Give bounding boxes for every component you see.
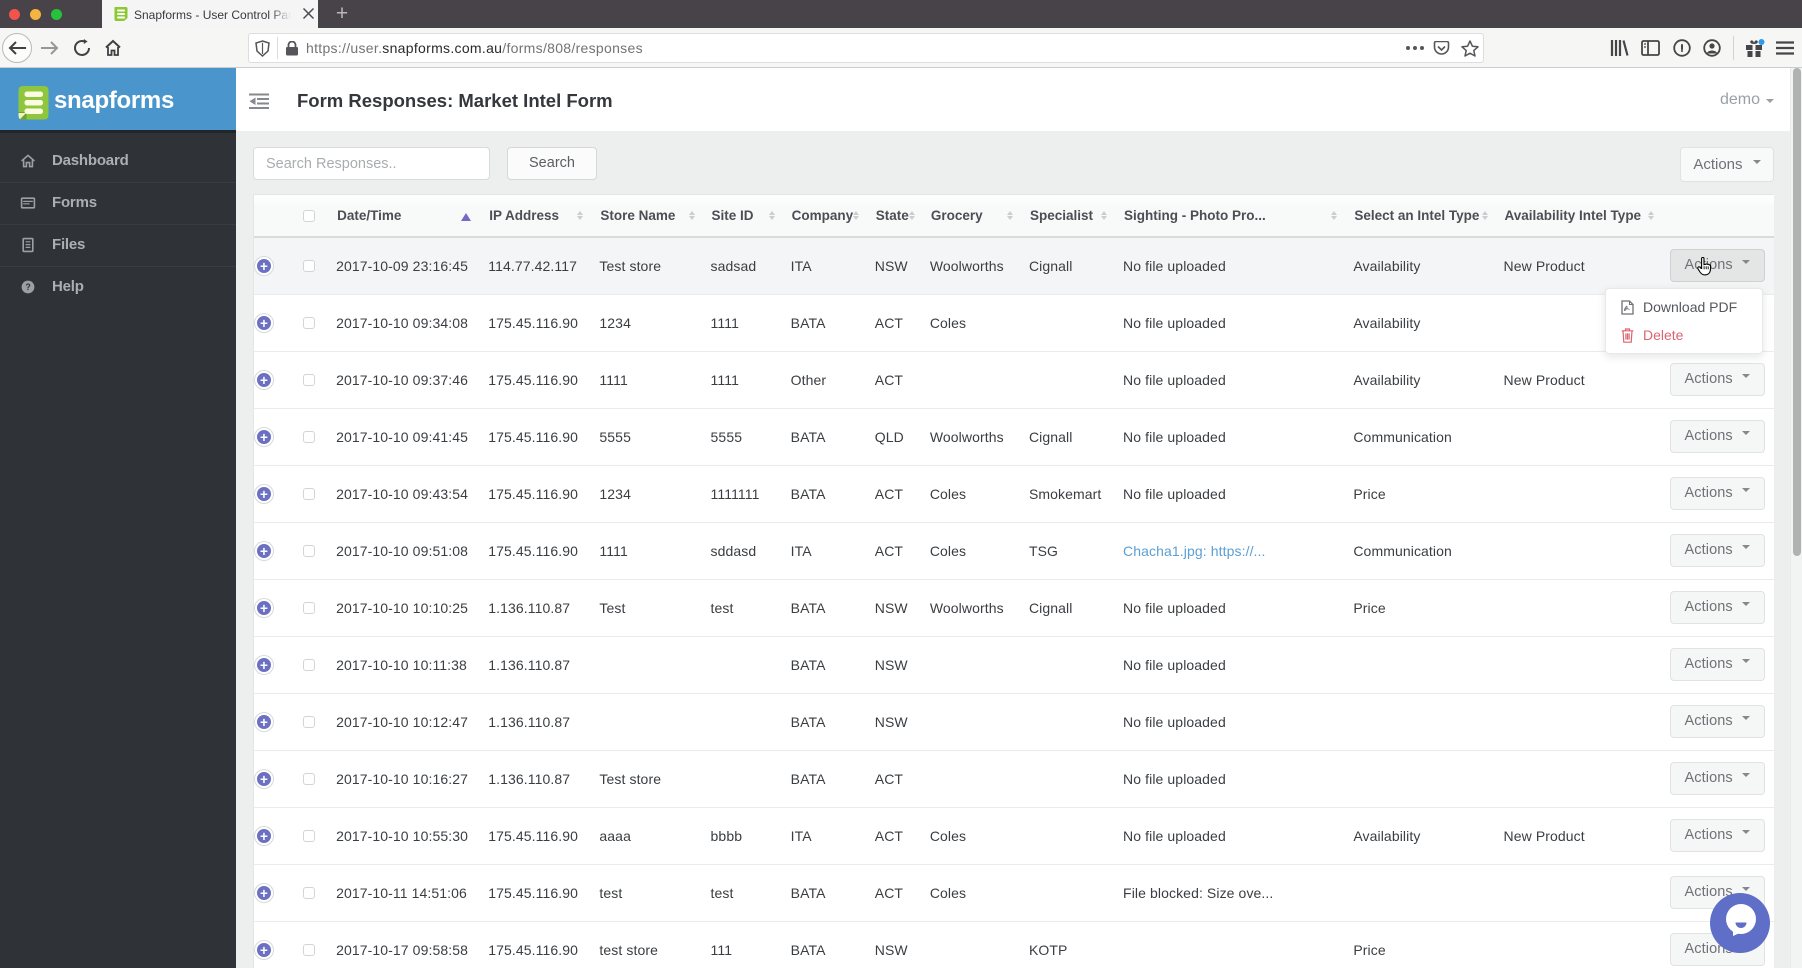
svg-text:?: ? — [25, 282, 30, 292]
